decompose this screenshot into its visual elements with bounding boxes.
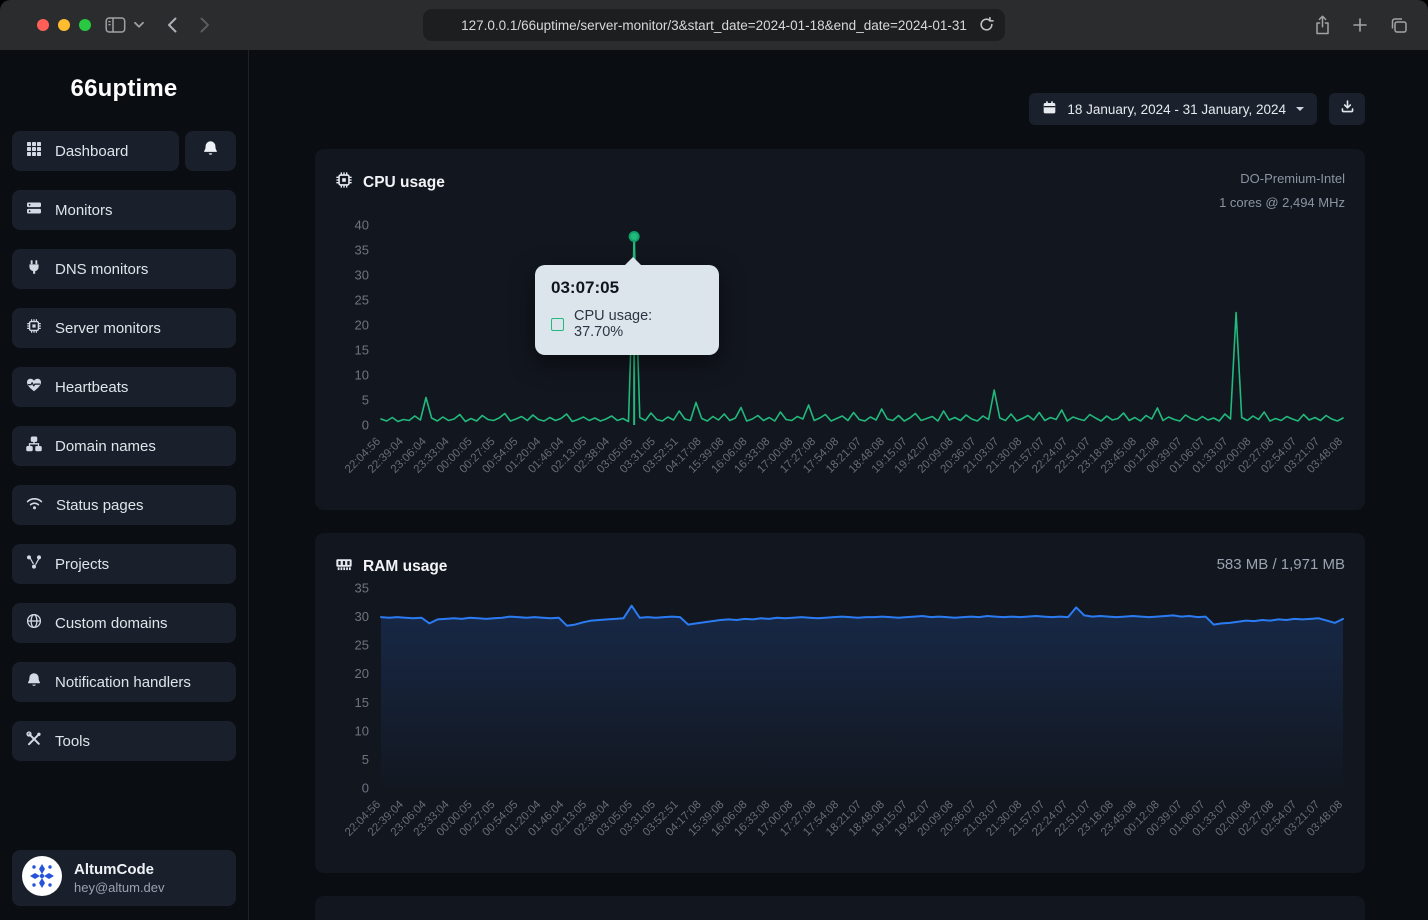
svg-text:20: 20	[355, 318, 369, 333]
sidebar-item-label: Tools	[55, 733, 90, 750]
new-tab-icon[interactable]	[1352, 17, 1368, 33]
svg-text:20: 20	[355, 666, 369, 681]
svg-text:15: 15	[355, 695, 369, 710]
bell-icon	[26, 672, 42, 692]
plug-icon	[26, 259, 42, 279]
cpu-icon	[335, 171, 353, 194]
zoom-window-button[interactable]	[79, 19, 91, 31]
sidebar-item-tools[interactable]: Tools	[12, 721, 236, 761]
heartbeat-icon	[26, 377, 42, 397]
sidebar-item-label: Heartbeats	[55, 379, 128, 396]
ram-usage-value: 583 MB / 1,971 MB	[1217, 556, 1345, 573]
sidebar-item-dns-monitors[interactable]: DNS monitors	[12, 249, 236, 289]
bell-icon	[202, 140, 219, 162]
caret-down-icon	[1296, 107, 1304, 115]
sidebar-item-label: DNS monitors	[55, 261, 148, 278]
sidebar-nav: Dashboard Monitors DNS monitors	[0, 131, 248, 780]
svg-text:10: 10	[355, 368, 369, 383]
sidebar-item-projects[interactable]: Projects	[12, 544, 236, 584]
svg-text:25: 25	[355, 293, 369, 308]
memory-icon	[335, 555, 353, 578]
tooltip-value: CPU usage: 37.70%	[574, 308, 703, 340]
server-spec: 1 cores @ 2,494 MHz	[1219, 191, 1345, 215]
notifications-button[interactable]	[185, 131, 236, 171]
card-title-text: RAM usage	[363, 558, 447, 576]
chart-tooltip: 03:07:05 CPU usage: 37.70%	[535, 265, 719, 355]
sidebar-item-label: Status pages	[56, 497, 144, 514]
sidebar-item-notification-handlers[interactable]: Notification handlers	[12, 662, 236, 702]
url-bar[interactable]: 127.0.0.1/66uptime/server-monitor/3&star…	[423, 9, 1005, 41]
cpu-usage-card: CPU usage DO-Premium-Intel 1 cores @ 2,4…	[315, 149, 1365, 510]
browser-chrome: 127.0.0.1/66uptime/server-monitor/3&star…	[0, 0, 1428, 50]
svg-text:35: 35	[355, 581, 369, 596]
grid-icon	[26, 141, 42, 161]
sidebar-item-server-monitors[interactable]: Server monitors	[12, 308, 236, 348]
cpu-chart[interactable]: 03:07:05 CPU usage: 37.70% 0 5 10 15 20 25 30 3…	[335, 215, 1345, 500]
ram-usage-card: RAM usage 583 MB / 1,971 MB 0 5 10 15 20 25 30…	[315, 533, 1365, 873]
globe-icon	[26, 613, 42, 633]
svg-text:5: 5	[362, 752, 369, 767]
back-icon[interactable]	[166, 16, 178, 34]
share-icon[interactable]	[1314, 15, 1331, 35]
sidebar-item-custom-domains[interactable]: Custom domains	[12, 603, 236, 643]
main-content: 18 January, 2024 - 31 January, 2024 CPU …	[249, 50, 1428, 920]
svg-text:35: 35	[355, 243, 369, 258]
wifi-icon	[26, 495, 43, 515]
card-title-text: CPU usage	[363, 174, 445, 192]
svg-text:25: 25	[355, 638, 369, 653]
sidebar-item-dashboard[interactable]: Dashboard	[12, 131, 179, 171]
sidebar: 66uptime Dashboard Monitors	[0, 50, 249, 920]
svg-text:40: 40	[355, 218, 369, 233]
sidebar-item-label: Domain names	[55, 438, 156, 455]
svg-text:15: 15	[355, 343, 369, 358]
svg-text:10: 10	[355, 723, 369, 738]
calendar-icon	[1042, 100, 1057, 118]
tooltip-time: 03:07:05	[551, 278, 703, 298]
sidebar-toggle-icon[interactable]	[105, 16, 126, 34]
ram-chart[interactable]: 0510152025303522:04:5622:39:0423:06:0423…	[335, 578, 1345, 863]
cpu-icon	[26, 318, 42, 338]
tab-overview-icon[interactable]	[1389, 17, 1408, 34]
tools-icon	[26, 731, 42, 751]
sidebar-item-label: Projects	[55, 556, 109, 573]
sidebar-item-label: Dashboard	[55, 143, 128, 160]
date-range-label: 18 January, 2024 - 31 January, 2024	[1067, 102, 1286, 117]
account-email: hey@altum.dev	[74, 880, 165, 895]
sidebar-item-domain-names[interactable]: Domain names	[12, 426, 236, 466]
avatar	[22, 856, 62, 901]
server-name: DO-Premium-Intel	[1219, 167, 1345, 191]
server-icon	[26, 200, 42, 220]
account-name: AltumCode	[74, 861, 165, 878]
date-range-picker[interactable]: 18 January, 2024 - 31 January, 2024	[1029, 93, 1317, 125]
chevron-down-icon[interactable]	[134, 21, 144, 29]
svg-text:30: 30	[355, 609, 369, 624]
download-icon	[1340, 99, 1355, 119]
sidebar-item-heartbeats[interactable]: Heartbeats	[12, 367, 236, 407]
svg-text:0: 0	[362, 781, 369, 796]
account-card[interactable]: AltumCode hey@altum.dev	[12, 850, 236, 906]
forward-icon[interactable]	[199, 16, 211, 34]
sidebar-item-label: Server monitors	[55, 320, 161, 337]
app-logo[interactable]: 66uptime	[0, 75, 248, 103]
svg-text:0: 0	[362, 418, 369, 433]
url-text: 127.0.0.1/66uptime/server-monitor/3&star…	[461, 18, 967, 33]
svg-text:5: 5	[362, 393, 369, 408]
close-window-button[interactable]	[37, 19, 49, 31]
reload-icon[interactable]	[978, 16, 995, 33]
legend-marker	[551, 318, 564, 331]
minimize-window-button[interactable]	[58, 19, 70, 31]
partial-card	[315, 896, 1365, 920]
sidebar-item-status-pages[interactable]: Status pages	[12, 485, 236, 525]
sidebar-item-label: Notification handlers	[55, 674, 191, 691]
sitemap-icon	[26, 436, 42, 456]
svg-text:30: 30	[355, 268, 369, 283]
download-button[interactable]	[1329, 93, 1365, 125]
sidebar-item-label: Monitors	[55, 202, 113, 219]
diagram-icon	[26, 554, 42, 574]
sidebar-item-label: Custom domains	[55, 615, 168, 632]
sidebar-item-monitors[interactable]: Monitors	[12, 190, 236, 230]
browser-window: 127.0.0.1/66uptime/server-monitor/3&star…	[0, 0, 1428, 920]
